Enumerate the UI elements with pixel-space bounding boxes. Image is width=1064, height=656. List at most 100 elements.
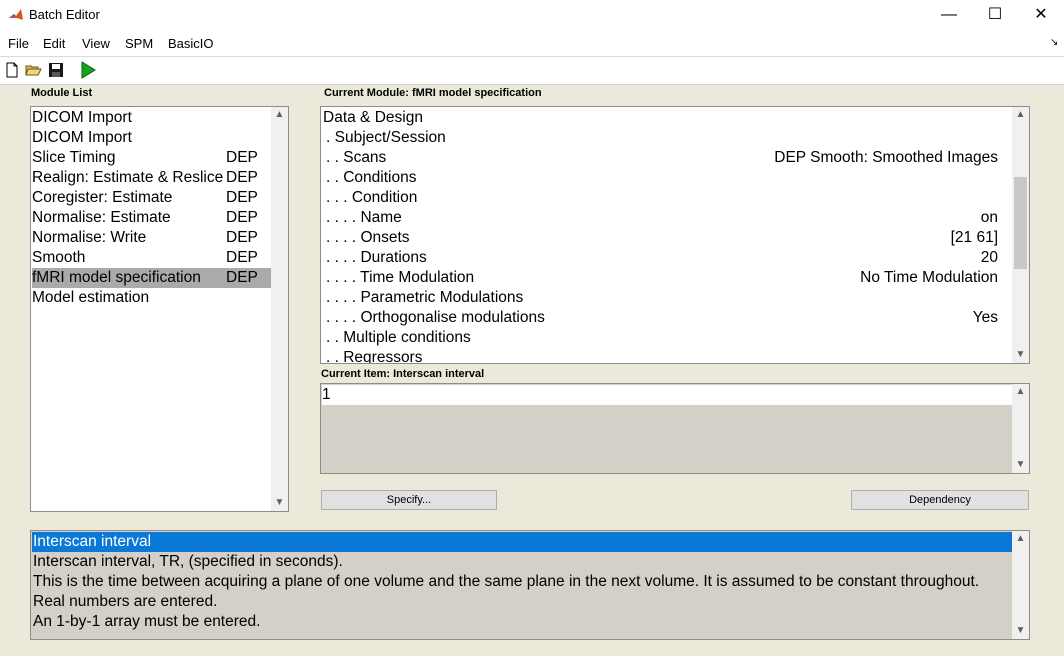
setting-row[interactable]: . . . . Durations 20 (322, 248, 998, 268)
scroll-down-icon[interactable]: ▼ (1012, 457, 1029, 473)
item-scrollbar[interactable]: ▲ ▼ (1012, 384, 1029, 473)
help-line: Real numbers are entered. (32, 592, 1013, 612)
module-name: DICOM Import (32, 129, 132, 146)
setting-row[interactable]: . . . Condition (322, 188, 998, 208)
menu-overflow-icon[interactable]: ↘ (1050, 37, 1058, 48)
module-item[interactable]: Coregister: Estimate DEP (32, 188, 271, 208)
minimize-button[interactable]: — (926, 0, 972, 30)
module-dep: DEP (226, 269, 258, 286)
current-item-editor[interactable]: 1 ▲ ▼ (320, 383, 1030, 474)
new-file-icon[interactable] (3, 61, 21, 79)
module-item[interactable]: Normalise: Estimate DEP (32, 208, 271, 228)
module-item[interactable]: Smooth DEP (32, 248, 271, 268)
setting-row[interactable]: . . . . Time Modulation No Time Modulatio… (322, 268, 998, 288)
module-item[interactable]: Model estimation (32, 288, 271, 308)
module-name: Normalise: Write (32, 229, 147, 246)
setting-value: No Time Modulation (860, 269, 998, 286)
module-list-scrollbar[interactable]: ▲ ▼ (271, 107, 288, 511)
menu-spm[interactable]: SPM (125, 36, 153, 51)
scroll-up-icon[interactable]: ▲ (1012, 531, 1029, 547)
toolbar (0, 57, 1064, 85)
help-scrollbar[interactable]: ▲ ▼ (1012, 531, 1029, 639)
window-title: Batch Editor (29, 7, 100, 22)
setting-row[interactable]: . . Conditions (322, 168, 998, 188)
module-name: Model estimation (32, 289, 150, 306)
scroll-up-icon[interactable]: ▲ (271, 107, 288, 123)
module-item[interactable]: Normalise: Write DEP (32, 228, 271, 248)
help-line-text: Real numbers are entered. (33, 593, 218, 610)
open-folder-icon[interactable] (24, 61, 42, 79)
scroll-down-icon[interactable]: ▼ (1012, 347, 1029, 363)
setting-label: Data & Design (323, 109, 423, 126)
module-name: Realign: Estimate & Reslice (32, 169, 224, 186)
menu-basicio[interactable]: BasicIO (168, 36, 214, 51)
setting-row[interactable]: . . . . Name on (322, 208, 998, 228)
module-item[interactable]: DICOM Import (32, 108, 271, 128)
setting-value: Yes (972, 309, 998, 326)
module-item[interactable]: Slice Timing DEP (32, 148, 271, 168)
menu-file[interactable]: File (8, 36, 29, 51)
setting-label: . Subject/Session (326, 129, 446, 146)
setting-label: . . Regressors (326, 349, 423, 364)
dependency-button[interactable]: Dependency (851, 490, 1029, 510)
help-line: Interscan interval (33, 533, 152, 550)
setting-label: . . . Condition (326, 189, 418, 206)
menu-bar: File Edit View SPM BasicIO ↘ (0, 30, 1064, 57)
menu-view[interactable]: View (82, 36, 110, 51)
current-module-label: Current Module: fMRI model specification (324, 87, 542, 99)
module-dep: DEP (226, 209, 258, 226)
maximize-button[interactable]: ☐ (972, 0, 1018, 30)
setting-row[interactable]: . . Scans DEP Smooth: Smoothed Images (322, 148, 998, 168)
maximize-icon: ☐ (987, 6, 1003, 23)
module-dep: DEP (226, 189, 258, 206)
setting-row[interactable]: . . Multiple conditions (322, 328, 998, 348)
specify-button[interactable]: Specify... (321, 490, 497, 510)
current-item-label: Current Item: Interscan interval (321, 368, 485, 380)
setting-row[interactable]: . . . . Parametric Modulations (322, 288, 998, 308)
setting-row[interactable]: . . Regressors (322, 348, 998, 364)
setting-label: . . Multiple conditions (326, 329, 471, 346)
help-line: An 1-by-1 array must be entered. (32, 612, 1013, 632)
setting-row[interactable]: . . . . Onsets [21 61] (322, 228, 998, 248)
module-dep: DEP (226, 249, 258, 266)
module-dep: DEP (226, 169, 258, 186)
scroll-down-icon[interactable]: ▼ (1012, 623, 1029, 639)
close-button[interactable]: ✕ (1018, 0, 1064, 30)
module-item[interactable]: DICOM Import (32, 128, 271, 148)
module-dep: DEP (226, 229, 258, 246)
item-value[interactable]: 1 (322, 385, 1012, 405)
matlab-logo-icon (8, 7, 24, 23)
scroll-up-icon[interactable]: ▲ (1012, 384, 1029, 400)
setting-row[interactable]: . . . . Orthogonalise modulations Yes (322, 308, 998, 328)
scroll-thumb[interactable] (1014, 177, 1027, 269)
module-name: Coregister: Estimate (32, 189, 173, 206)
module-name: Slice Timing (32, 149, 116, 166)
setting-row[interactable]: . Subject/Session (322, 128, 998, 148)
module-list[interactable]: DICOM Import DICOM Import Slice Timing DE… (30, 106, 289, 512)
scroll-up-icon[interactable]: ▲ (1012, 107, 1029, 123)
help-title: Interscan interval (32, 532, 1013, 552)
save-icon[interactable] (47, 61, 65, 79)
help-line-text: Interscan interval, TR, (specified in se… (33, 553, 343, 570)
help-line-text: This is the time between acquiring a pla… (33, 573, 980, 590)
setting-value: DEP Smooth: Smoothed Images (774, 149, 998, 166)
close-icon: ✕ (1034, 6, 1048, 23)
help-text-box[interactable]: Interscan interval Interscan interval, T… (30, 530, 1030, 640)
module-name: Smooth (32, 249, 86, 266)
setting-label: . . Scans (326, 149, 387, 166)
module-item-selected[interactable]: fMRI model specification DEP (32, 268, 271, 288)
module-dep: DEP (226, 149, 258, 166)
settings-scrollbar[interactable]: ▲ ▼ (1012, 107, 1029, 363)
module-settings-list[interactable]: Data & Design . Subject/Session . . Scan… (320, 106, 1030, 364)
module-item[interactable]: Realign: Estimate & Reslice DEP (32, 168, 271, 188)
run-icon[interactable] (79, 61, 97, 79)
setting-row[interactable]: Data & Design (322, 108, 998, 128)
setting-label: . . Conditions (326, 169, 417, 186)
setting-label: . . . . Orthogonalise modulations (326, 309, 545, 326)
help-line: This is the time between acquiring a pla… (32, 572, 1013, 592)
scroll-down-icon[interactable]: ▼ (271, 495, 288, 511)
help-line-text: An 1-by-1 array must be entered. (33, 613, 261, 630)
menu-edit[interactable]: Edit (43, 36, 65, 51)
module-name: DICOM Import (32, 109, 132, 126)
module-name: Normalise: Estimate (32, 209, 171, 226)
